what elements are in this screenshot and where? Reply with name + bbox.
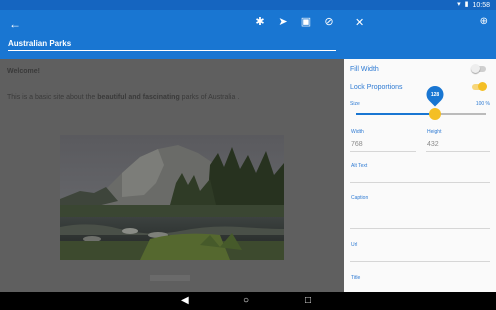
url-label: Url xyxy=(351,242,358,248)
alt-text-input[interactable] xyxy=(350,182,490,183)
toolbar-actions: ✱ ➤ ▣ ⊘ xyxy=(253,14,336,28)
toggle-knob xyxy=(478,82,487,91)
height-label: Height xyxy=(427,129,442,135)
size-value-bubble: 128 xyxy=(422,82,448,107)
arrow-back-icon[interactable]: ← xyxy=(9,17,21,31)
size-value: 128 xyxy=(430,91,440,98)
park-photo-image xyxy=(60,135,284,260)
welcome-heading: Welcome! xyxy=(7,68,40,75)
size-slider-thumb[interactable] xyxy=(429,108,441,120)
block-icon[interactable]: ⊘ xyxy=(322,14,336,28)
save-icon[interactable]: ▣ xyxy=(299,14,313,28)
url-input[interactable] xyxy=(350,261,490,262)
battery-icon: ▮ xyxy=(464,1,469,8)
size-label: Size xyxy=(350,101,360,107)
width-input[interactable]: 768 xyxy=(351,141,363,148)
editor-toolbar: ← ✱ ➤ ▣ ⊘ Australian Parks xyxy=(0,10,344,59)
size-slider-fill xyxy=(356,113,435,115)
wifi-icon: ▾ xyxy=(457,1,461,8)
fill-width-label: Fill Width xyxy=(350,66,379,73)
width-underline xyxy=(350,151,416,152)
site-title-input[interactable]: Australian Parks xyxy=(8,39,336,51)
height-input[interactable]: 432 xyxy=(427,141,439,148)
intro-paragraph: This is a basic site about the beautiful… xyxy=(7,94,239,101)
panel-header: ✕ ⊕ xyxy=(344,10,496,59)
size-slider[interactable]: 128 xyxy=(356,82,486,120)
caption-label: Caption xyxy=(351,195,369,201)
title-label: Title xyxy=(351,275,361,281)
editor-content[interactable]: Welcome! This is a basic site about the … xyxy=(0,59,344,292)
gear-icon[interactable]: ✱ xyxy=(253,14,267,28)
toggle-knob xyxy=(471,64,480,73)
nav-recents-icon[interactable]: □ xyxy=(305,295,311,307)
lock-proportions-toggle[interactable] xyxy=(472,82,487,91)
photo-caption-placeholder xyxy=(150,275,190,281)
park-photo[interactable] xyxy=(60,135,284,260)
lock-proportions-label: Lock Proportions xyxy=(350,84,403,91)
intro-pre: This is a basic site about the xyxy=(7,94,98,101)
intro-bold: beautiful and fascinating xyxy=(97,94,180,101)
intro-post: parks of Australia . xyxy=(179,94,240,101)
navigation-bar: ◀ ○ □ xyxy=(0,292,496,310)
alt-text-label: Alt Text xyxy=(351,163,368,169)
status-time: 10:58 xyxy=(472,1,490,9)
image-properties-panel: ✕ ⊕ Fill Width Lock Proportions Size 100… xyxy=(344,10,496,292)
close-icon[interactable]: ✕ xyxy=(355,16,364,29)
status-bar: ▾ ▮ 10:58 xyxy=(0,0,496,10)
fill-width-toggle[interactable] xyxy=(471,64,486,73)
add-user-icon[interactable]: ⊕ xyxy=(480,16,488,27)
size-max-label: 100 % xyxy=(475,101,490,107)
nav-back-icon[interactable]: ◀ xyxy=(181,295,189,307)
height-underline xyxy=(426,151,490,152)
width-label: Width xyxy=(351,129,364,135)
editor-area: ← ✱ ➤ ▣ ⊘ Australian Parks Welcome! This… xyxy=(0,10,344,292)
nav-home-icon[interactable]: ○ xyxy=(243,295,249,307)
send-icon[interactable]: ➤ xyxy=(276,14,290,28)
status-icons: ▾ ▮ 10:58 xyxy=(457,0,490,10)
caption-input[interactable] xyxy=(350,228,490,229)
